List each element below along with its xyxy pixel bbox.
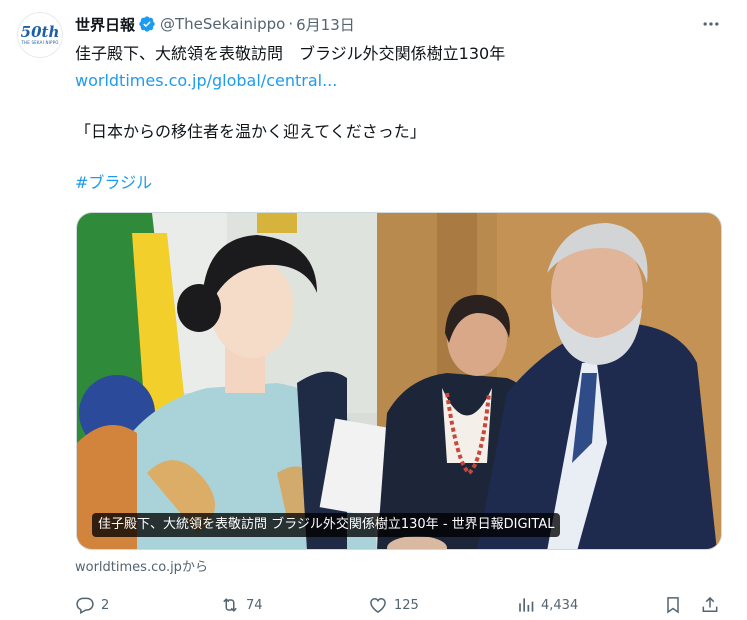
like-button[interactable]: 125: [368, 593, 419, 617]
bookmark-button[interactable]: [663, 593, 689, 617]
card-photo: [77, 213, 721, 549]
tweet-text-headline: 佳子殿下、大統領を表敬訪問 ブラジル外交関係樹立130年: [75, 44, 506, 63]
repost-button[interactable]: 74: [220, 593, 263, 617]
reply-count: 2: [101, 597, 110, 613]
separator-dot: ·: [288, 15, 294, 33]
avatar-logo-subtext: THE SEKAI NIPPO: [21, 40, 59, 45]
tweet-link[interactable]: worldtimes.co.jp/global/central...: [75, 70, 337, 92]
repost-icon: [223, 598, 237, 612]
card-caption: 佳子殿下、大統領を表敬訪問 ブラジル外交関係樹立130年 - 世界日報DIGIT…: [92, 513, 561, 537]
avatar[interactable]: 50th THE SEKAI NIPPO: [17, 12, 63, 58]
link-card[interactable]: 佳子殿下、大統領を表敬訪問 ブラジル外交関係樹立130年 - 世界日報DIGIT…: [76, 212, 722, 550]
more-icon[interactable]: [699, 12, 723, 36]
reply-button[interactable]: 2: [75, 593, 109, 617]
avatar-logo-text: 50th: [20, 23, 60, 41]
repost-count: 74: [246, 597, 263, 613]
views-button[interactable]: 4,434: [515, 593, 578, 617]
action-bar: 2 74 125 4,434: [75, 593, 725, 617]
verified-badge-icon[interactable]: [138, 15, 156, 33]
display-name[interactable]: 世界日報: [75, 14, 135, 35]
like-count: 125: [394, 597, 419, 613]
like-icon: [370, 597, 386, 613]
share-button[interactable]: [700, 593, 726, 617]
tweet-header: 世界日報 @TheSekainippo · 6月13日: [75, 12, 355, 36]
share-icon: [702, 596, 718, 612]
hashtag-link[interactable]: #ブラジル: [75, 172, 152, 194]
views-icon: [519, 598, 534, 612]
card-source[interactable]: worldtimes.co.jpから: [75, 558, 208, 578]
bookmark-icon: [667, 597, 679, 614]
tweet-text-quote: 「日本からの移住者を温かく迎えてくださった」: [75, 122, 426, 141]
tweet-date[interactable]: 6月13日: [296, 14, 355, 35]
reply-icon: [76, 597, 94, 615]
tweet[interactable]: 50th THE SEKAI NIPPO 世界日報 @TheSekainippo…: [0, 0, 747, 620]
account-handle[interactable]: @TheSekainippo: [160, 15, 285, 33]
view-count: 4,434: [541, 597, 579, 613]
